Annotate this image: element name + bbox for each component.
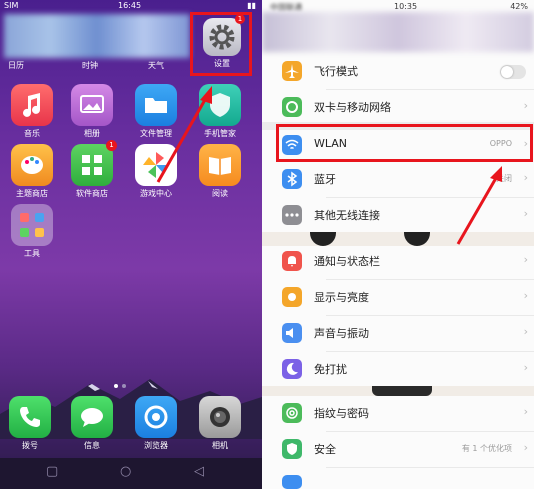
airplane-icon [282,61,302,81]
dock-camera[interactable]: 相机 [194,396,246,451]
more-dots-icon [282,205,302,225]
chat-bubble-icon [71,396,113,438]
chevron-right-icon: › [523,99,528,112]
palette-icon [11,144,53,186]
setting-label: 双卡与移动网络 [314,101,391,114]
dock-camera-label: 相机 [212,441,228,450]
battery-icon: ▮▮ [247,1,256,10]
app-software-store-label: 软件商店 [76,189,108,198]
setting-do-not-disturb[interactable]: 免打扰 › [274,352,534,388]
setting-label: 显示与亮度 [314,291,369,304]
dock-phone-label: 拨号 [22,441,38,450]
wlan-highlight-box [276,124,533,162]
status-time: 16:45 [118,1,142,10]
app-music-label: 音乐 [24,129,40,138]
carrier-label: SIM [4,1,19,10]
battery-percent: 42% [510,2,528,11]
setting-security[interactable]: 安全 有 1 个优化项 › [274,432,534,468]
globe-icon [135,396,177,438]
globe-icon [282,97,302,117]
blurred-widget-area [4,14,190,58]
settings-highlight-box [190,12,252,76]
chevron-right-icon: › [523,253,528,266]
app-gallery-label: 相册 [84,129,100,138]
phone-icon [9,396,51,438]
menu-icon[interactable]: ▢ [46,464,58,479]
app-theme-store-label: 主题商店 [16,189,48,198]
widget-label-weather: 天气 [148,61,164,70]
blurred-header [262,12,534,52]
fingerprint-icon [282,403,302,423]
setting-label: 通知与状态栏 [314,255,380,268]
widget-label-clock: 时钟 [82,61,98,70]
app-software-store[interactable]: 1 软件商店 [66,140,118,199]
status-time: 10:35 [394,2,418,11]
chevron-right-icon: › [523,361,528,374]
setting-fingerprint[interactable]: 指纹与密码 › [274,396,534,432]
shield-icon [282,439,302,459]
setting-label: 其他无线连接 [314,209,380,222]
dock: 拨号 信息 浏览器 相机 [0,390,262,460]
app-tools-label: 工具 [24,249,40,258]
setting-sound[interactable]: 声音与振动 › [274,316,534,352]
app-theme-store[interactable]: 主题商店 [6,144,58,199]
grid-icon: 1 [71,140,117,186]
software-store-badge: 1 [106,140,117,151]
chevron-right-icon: › [523,405,528,418]
page-dot-active [114,384,118,388]
moon-icon [282,359,302,379]
setting-label: 指纹与密码 [314,407,369,420]
red-arrow-right [456,166,502,245]
decorative-strip [262,386,534,396]
dock-messages-label: 信息 [84,441,100,450]
dock-browser-label: 浏览器 [144,441,168,450]
music-note-icon [11,84,53,126]
chevron-right-icon: › [523,171,528,184]
sun-icon [282,287,302,307]
app-tools-folder[interactable]: 工具 [6,204,58,259]
chevron-right-icon: › [523,325,528,338]
app-music[interactable]: 音乐 [6,84,58,139]
setting-airplane-mode[interactable]: 飞行模式 [274,54,534,90]
bluetooth-icon [282,169,302,189]
nav-bar: ▢ ○ ◁ [0,458,262,489]
chevron-right-icon: › [523,441,528,454]
app-gallery[interactable]: 相册 [66,84,118,139]
speaker-icon [282,323,302,343]
setting-next-partial[interactable] [274,468,534,489]
chevron-right-icon: › [523,289,528,302]
app-icon [282,475,302,489]
red-arrow-left [156,86,212,183]
camera-icon [199,396,241,438]
airplane-toggle[interactable] [500,65,526,79]
folder-grid-icon [11,204,53,246]
dock-browser[interactable]: 浏览器 [130,396,182,451]
back-icon[interactable]: ◁ [194,464,204,479]
security-status: 有 1 个优化项 [461,444,512,453]
home-screen: SIM 16:45 ▮▮ 日历 时钟 天气 1 设置 音乐 相册 文件管理 手机… [0,0,262,489]
bell-icon [282,251,302,271]
setting-label: 免打扰 [314,363,347,376]
setting-display[interactable]: 显示与亮度 › [274,280,534,316]
setting-label: 蓝牙 [314,173,336,186]
page-dot [122,384,126,388]
setting-label: 声音与振动 [314,327,369,340]
chevron-right-icon: › [523,207,528,220]
status-bar: SIM 16:45 ▮▮ [0,0,262,12]
setting-label: 飞行模式 [314,65,358,78]
dock-phone[interactable]: 拨号 [4,396,56,451]
dock-messages[interactable]: 信息 [66,396,118,451]
photo-icon [71,84,113,126]
setting-dual-sim[interactable]: 双卡与移动网络 › [274,90,534,126]
settings-screen: 中国联通 10:35 42% 飞行模式 双卡与移动网络 › WLAN OPPO … [262,0,534,489]
setting-label: 安全 [314,443,336,456]
home-icon[interactable]: ○ [120,464,131,479]
widget-label-calendar: 日历 [8,61,24,70]
